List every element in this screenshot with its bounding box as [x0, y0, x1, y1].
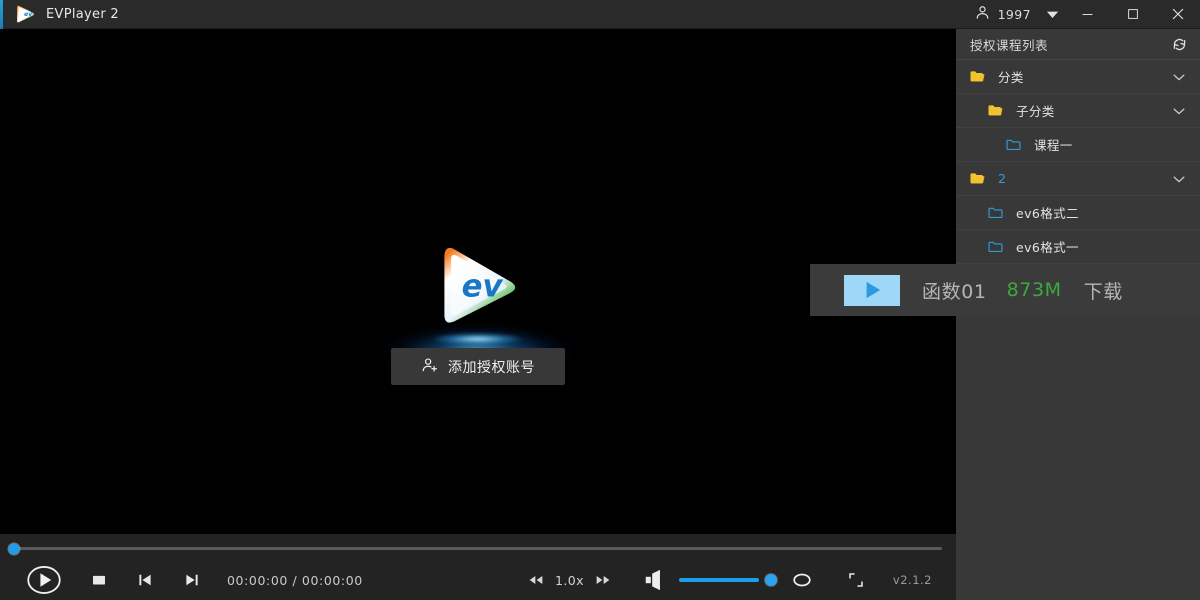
user-name: 1997 — [998, 7, 1031, 22]
minimize-button[interactable] — [1065, 0, 1110, 29]
sidebar-item-5[interactable]: ev6格式二 — [956, 196, 1200, 230]
ev-logo-icon: ev — [430, 239, 526, 335]
maximize-button[interactable] — [1110, 0, 1155, 29]
playback-progress-slider[interactable] — [14, 547, 942, 550]
sidebar-item-label: 子分类 — [1016, 101, 1170, 120]
sidebar-item-label: 分类 — [998, 67, 1170, 86]
speaker-icon[interactable] — [643, 569, 665, 591]
play-thumbnail-icon[interactable] — [844, 275, 900, 306]
player-control-bar: 00:00:00 / 00:00:00 1.0x — [0, 534, 956, 600]
user-account-menu[interactable]: 1997 — [974, 4, 1061, 24]
sidebar-item-label: 课程一 — [1034, 135, 1188, 154]
add-authorized-account-button[interactable]: 添加授权账号 — [391, 348, 565, 385]
chevron-down-icon[interactable] — [1170, 68, 1188, 86]
svg-text:ev: ev — [462, 269, 504, 305]
sidebar-item-4[interactable]: 2 — [956, 162, 1200, 196]
playback-speed-label[interactable]: 1.0x — [555, 573, 584, 588]
stop-button[interactable] — [90, 571, 108, 589]
titlebar-accent-stripe — [0, 0, 3, 29]
sidebar-item-label: 2 — [998, 171, 1170, 186]
sidebar-header: 授权课程列表 — [956, 29, 1200, 60]
sidebar-item-1[interactable]: 分类 — [956, 60, 1200, 94]
sidebar-item-list: 分类子分类课程一 2 ev6格式二 ev6格式一 — [956, 60, 1200, 264]
fast-forward-button[interactable] — [595, 572, 611, 588]
folder-outline-icon — [1004, 137, 1023, 153]
time-display: 00:00:00 / 00:00:00 — [227, 573, 363, 588]
refresh-icon[interactable] — [1171, 36, 1188, 53]
progress-handle[interactable] — [9, 543, 20, 554]
person-add-icon — [421, 356, 439, 378]
sidebar-item-6[interactable]: ev6格式一 — [956, 230, 1200, 264]
download-action-label[interactable]: 下载 — [1084, 277, 1123, 304]
download-item-name: 函数01 — [922, 277, 987, 304]
download-notification[interactable]: 函数01 873M 下载 — [810, 264, 1200, 316]
sidebar-item-3[interactable]: 课程一 — [956, 128, 1200, 162]
folder-outline-icon — [986, 239, 1005, 255]
folder-filled-icon — [986, 103, 1005, 119]
volume-slider[interactable] — [679, 578, 759, 582]
titlebar: ev EVPlayer 2 1997 — [0, 0, 1200, 29]
person-icon — [974, 4, 991, 24]
sidebar-item-2[interactable]: 子分类 — [956, 94, 1200, 128]
ev-logo-icon: ev — [14, 3, 36, 25]
folder-filled-icon — [968, 171, 987, 187]
volume-handle[interactable] — [765, 574, 777, 586]
close-button[interactable] — [1155, 0, 1200, 29]
play-button[interactable] — [26, 562, 62, 598]
next-track-button[interactable] — [183, 571, 201, 589]
chevron-down-icon[interactable] — [1044, 6, 1061, 23]
app-title: EVPlayer 2 — [46, 7, 119, 22]
sidebar-title: 授权课程列表 — [970, 35, 1171, 54]
previous-track-button[interactable] — [136, 571, 154, 589]
evplayer-window: ev EVPlayer 2 1997 — [0, 0, 1200, 600]
rewind-button[interactable] — [528, 572, 544, 588]
folder-outline-icon — [986, 205, 1005, 221]
loop-icon[interactable] — [791, 569, 813, 591]
sidebar-item-label: ev6格式一 — [1016, 237, 1188, 256]
chevron-down-icon[interactable] — [1170, 102, 1188, 120]
download-item-size: 873M — [1007, 279, 1062, 301]
svg-text:ev: ev — [24, 11, 33, 18]
folder-filled-icon — [968, 69, 987, 85]
add-account-label: 添加授权账号 — [448, 357, 535, 377]
chevron-down-icon[interactable] — [1170, 170, 1188, 188]
version-label: v2.1.2 — [893, 573, 932, 587]
sidebar-item-label: ev6格式二 — [1016, 203, 1188, 222]
fullscreen-icon[interactable] — [847, 571, 865, 589]
control-buttons-row: 00:00:00 / 00:00:00 1.0x — [0, 560, 956, 600]
